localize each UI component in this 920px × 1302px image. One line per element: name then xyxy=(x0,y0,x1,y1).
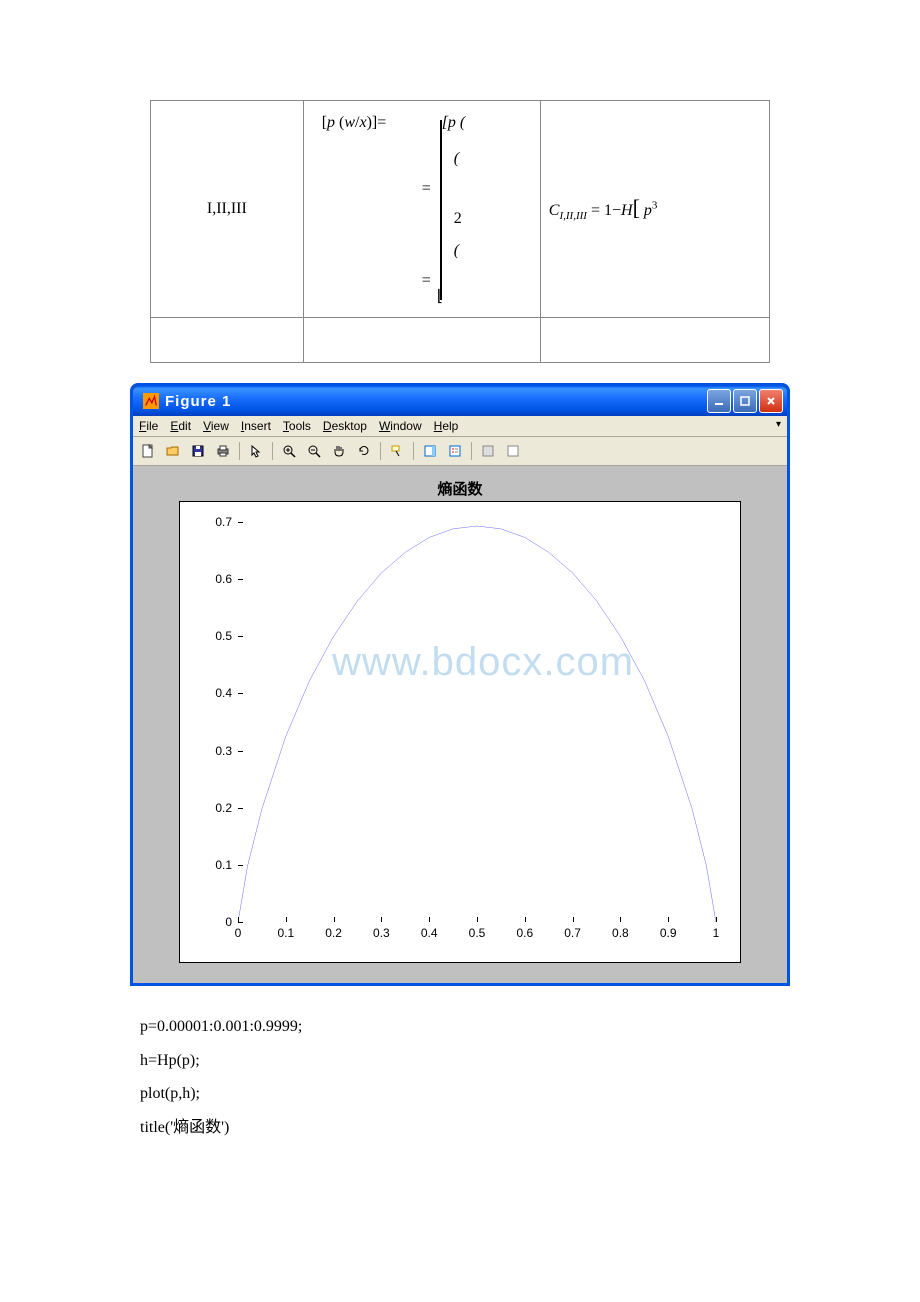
menu-tools[interactable]: Tools xyxy=(283,419,311,433)
y-tick-label: 0.1 xyxy=(192,858,232,872)
c-var: C xyxy=(549,202,560,219)
window-title: Figure 1 xyxy=(165,393,707,410)
axes[interactable]: www.bdocx.com 0 0.1 0.2 0.3 0.4 0.5 0.6 0.7 0 0.1… xyxy=(179,501,741,963)
x-tick-label: 0.2 xyxy=(325,926,342,940)
rotate-icon[interactable] xyxy=(353,440,375,462)
y-tick-label: 0 xyxy=(192,915,232,929)
y-tick-label: 0.4 xyxy=(192,686,232,700)
x-tick-label: 0.5 xyxy=(469,926,486,940)
new-file-icon[interactable] xyxy=(137,440,159,462)
data-cursor-icon[interactable] xyxy=(386,440,408,462)
y-tick-label: 0.6 xyxy=(192,572,232,586)
formula-cell-1: [p (w/x)]= [p ( ( = 2 ( = ⌊ xyxy=(303,101,540,318)
formula-cell-2: CI,II,III = 1−H[ p3 xyxy=(540,101,769,318)
label-text: I,II,III xyxy=(207,200,247,217)
plot-inner: www.bdocx.com xyxy=(238,522,716,922)
table-row xyxy=(151,318,770,363)
equation-table: I,II,III [p (w/x)]= [p ( ( = 2 ( = ⌊ CI,… xyxy=(150,100,770,363)
y-tick-label: 0.5 xyxy=(192,629,232,643)
menu-file[interactable]: File xyxy=(139,419,158,433)
x-tick-label: 0.4 xyxy=(421,926,438,940)
chart-title: 熵函数 xyxy=(153,478,767,499)
code-line: plot(p,h); xyxy=(140,1077,810,1111)
hide-plot-icon[interactable] xyxy=(477,440,499,462)
p-sup: 3 xyxy=(652,200,658,212)
x-tick-label: 1 xyxy=(713,926,720,940)
x-tick-label: 0.9 xyxy=(660,926,677,940)
save-icon[interactable] xyxy=(187,440,209,462)
open-icon[interactable] xyxy=(162,440,184,462)
p-var: p xyxy=(644,202,652,219)
table-row: I,II,III [p (w/x)]= [p ( ( = 2 ( = ⌊ CI,… xyxy=(151,101,770,318)
code-line: title('熵函数') xyxy=(140,1111,810,1145)
figure-window: Figure 1 File Edit View Insert Tools Des… xyxy=(130,383,790,986)
toolbar xyxy=(133,437,787,466)
x-tick-label: 0.6 xyxy=(516,926,533,940)
maximize-button[interactable] xyxy=(733,389,757,413)
x-tick-label: 0.3 xyxy=(373,926,390,940)
code-block: p=0.00001:0.001:0.9999; h=Hp(p); plot(p,… xyxy=(140,1010,810,1144)
row-label: I,II,III xyxy=(151,101,304,318)
menu-insert[interactable]: Insert xyxy=(241,419,271,433)
menu-view[interactable]: View xyxy=(203,419,229,433)
y-tick-label: 0.3 xyxy=(192,744,232,758)
legend-icon[interactable] xyxy=(444,440,466,462)
menu-help[interactable]: Help xyxy=(434,419,459,433)
y-tick-label: 0.2 xyxy=(192,801,232,815)
code-line: p=0.00001:0.001:0.9999; xyxy=(140,1010,810,1044)
eq-sign: = xyxy=(591,202,600,219)
menu-window[interactable]: Window xyxy=(379,419,422,433)
menu-bar: File Edit View Insert Tools Desktop Wind… xyxy=(133,416,787,437)
menu-chevron-icon[interactable]: ▾ xyxy=(776,419,781,433)
menu-desktop[interactable]: Desktop xyxy=(323,419,367,433)
line-curve xyxy=(238,522,716,922)
minimize-button[interactable] xyxy=(707,389,731,413)
x-tick-label: 0.1 xyxy=(277,926,294,940)
title-bar[interactable]: Figure 1 xyxy=(133,386,787,416)
close-button[interactable] xyxy=(759,389,783,413)
matlab-icon xyxy=(143,393,159,409)
y-tick-label: 0.7 xyxy=(192,515,232,529)
colorbar-icon[interactable] xyxy=(419,440,441,462)
x-tick-label: 0 xyxy=(235,926,242,940)
c-sub: I,II,III xyxy=(559,211,586,223)
x-tick-label: 0.8 xyxy=(612,926,629,940)
zoom-in-icon[interactable] xyxy=(278,440,300,462)
pointer-icon[interactable] xyxy=(245,440,267,462)
zoom-out-icon[interactable] xyxy=(303,440,325,462)
pan-icon[interactable] xyxy=(328,440,350,462)
code-line: h=Hp(p); xyxy=(140,1044,810,1078)
print-icon[interactable] xyxy=(212,440,234,462)
open-bracket: [ xyxy=(633,195,640,220)
x-tick-label: 0.7 xyxy=(564,926,581,940)
show-plot-icon[interactable] xyxy=(502,440,524,462)
plot-area: 熵函数 www.bdocx.com 0 0.1 0.2 0.3 0.4 0.5 0.6 0.7… xyxy=(133,466,787,983)
menu-edit[interactable]: Edit xyxy=(170,419,191,433)
